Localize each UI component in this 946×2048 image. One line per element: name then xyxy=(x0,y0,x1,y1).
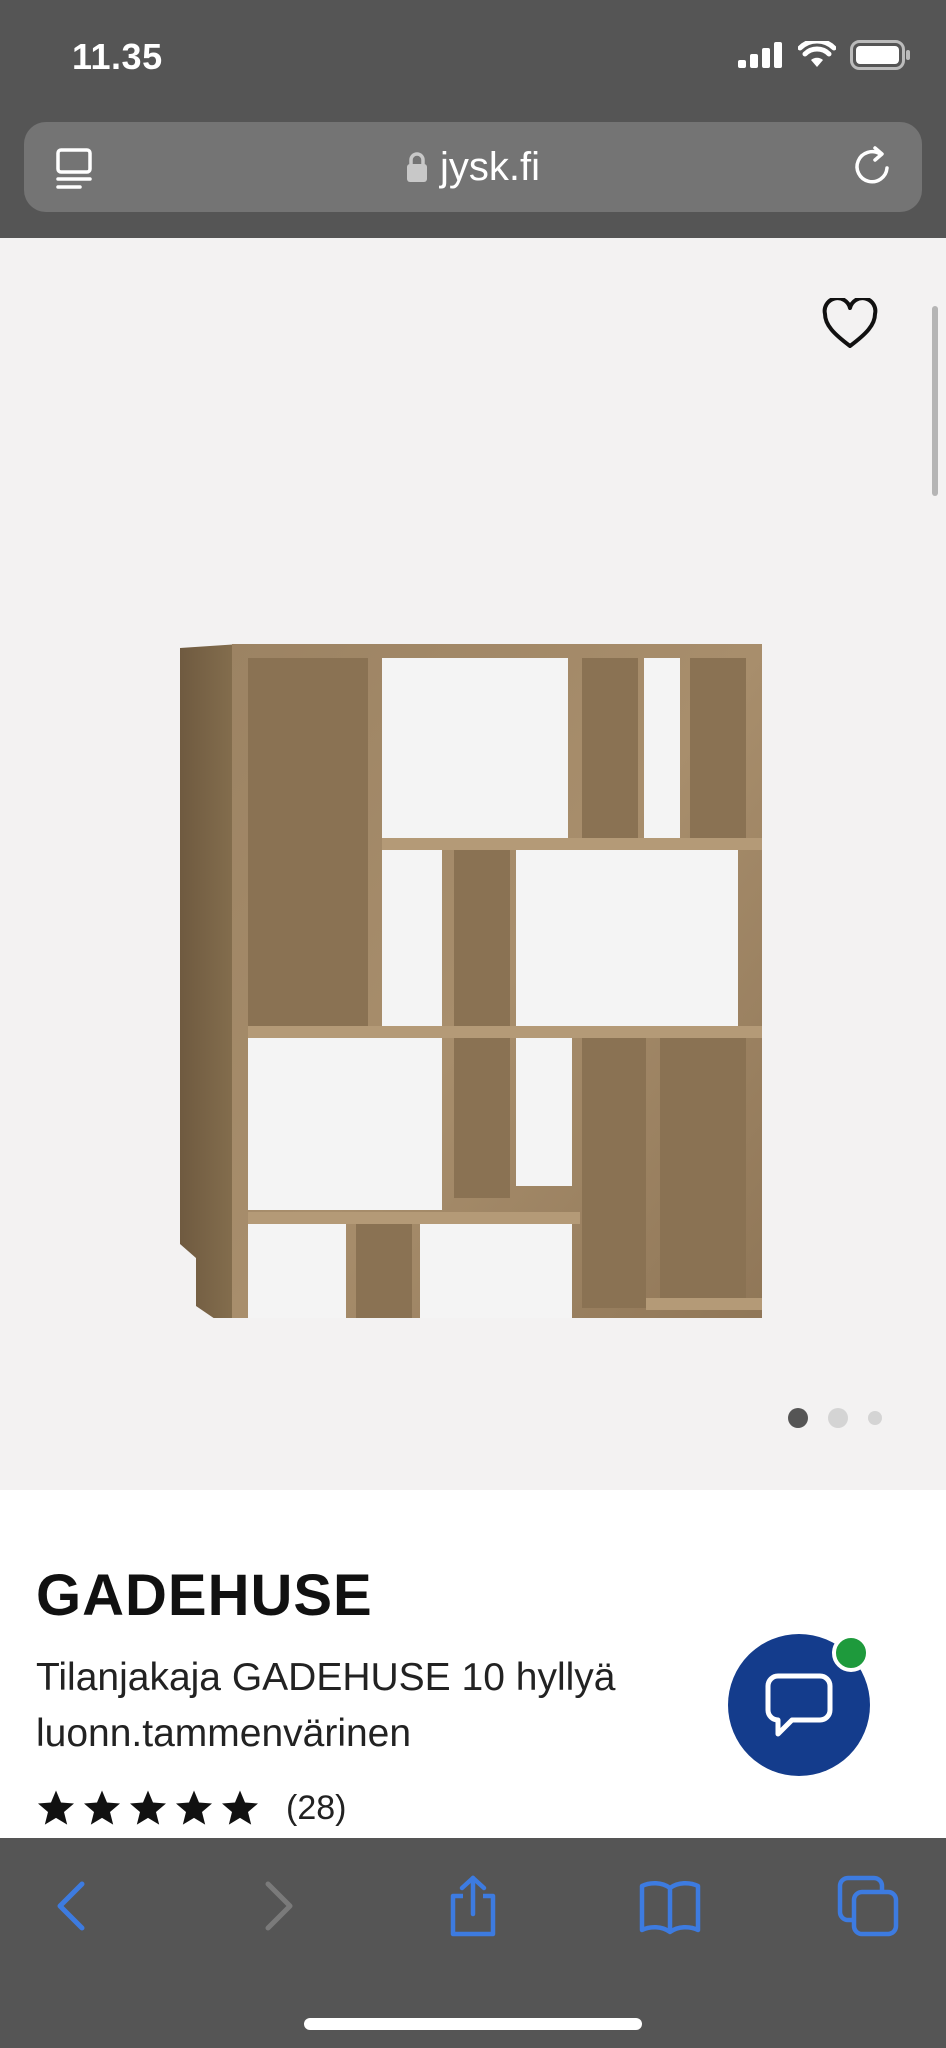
cellular-signal-icon xyxy=(738,42,782,68)
speech-bubble-icon xyxy=(765,1673,833,1737)
status-time: 11.35 xyxy=(72,36,163,77)
book-icon[interactable] xyxy=(638,1874,702,1938)
star-icon xyxy=(84,1790,120,1825)
product-brand: GADEHUSE xyxy=(36,1563,373,1628)
chat-button[interactable] xyxy=(728,1634,870,1776)
star-icon xyxy=(130,1790,166,1825)
lock-icon xyxy=(407,152,427,182)
chevron-left-icon[interactable] xyxy=(42,1874,106,1938)
scrollbar[interactable] xyxy=(932,306,938,496)
star-icon xyxy=(176,1790,212,1825)
gallery-pagination[interactable] xyxy=(788,1408,882,1428)
status-icons xyxy=(738,40,912,70)
gallery-dot[interactable] xyxy=(828,1408,848,1428)
web-page: GADEHUSE Tilanjakaja GADEHUSE 10 hyllyä … xyxy=(0,238,946,1838)
product-image[interactable] xyxy=(170,438,782,1318)
product-description: Tilanjakaja GADEHUSE 10 hyllyä luonn.tam… xyxy=(36,1656,616,1755)
url-text: jysk.fi xyxy=(440,144,540,189)
gallery-dot[interactable] xyxy=(788,1408,808,1428)
share-icon[interactable] xyxy=(441,1874,505,1938)
battery-icon xyxy=(850,40,910,70)
address-bar[interactable]: jysk.fi xyxy=(24,122,922,212)
rating-count[interactable]: (28) xyxy=(286,1789,346,1828)
url-display[interactable]: jysk.fi xyxy=(24,122,922,212)
product-info: GADEHUSE Tilanjakaja GADEHUSE 10 hyllyä … xyxy=(0,1490,946,1838)
chevron-right-icon[interactable] xyxy=(244,1874,308,1938)
browser-top-bar: 11.35 jysk.fi xyxy=(0,0,946,238)
wifi-icon xyxy=(798,41,836,67)
product-gallery[interactable] xyxy=(0,238,946,1490)
browser-bottom-toolbar xyxy=(0,1838,946,2048)
tabs-icon[interactable] xyxy=(836,1874,900,1938)
reload-icon[interactable] xyxy=(850,144,896,190)
chat-online-badge xyxy=(832,1634,870,1672)
gallery-dot[interactable] xyxy=(868,1411,882,1425)
star-icon xyxy=(38,1790,74,1825)
home-indicator[interactable] xyxy=(304,2018,642,2030)
star-icon xyxy=(222,1790,258,1825)
product-rating[interactable]: (28) xyxy=(36,1788,346,1828)
heart-outline-icon[interactable] xyxy=(822,298,878,350)
